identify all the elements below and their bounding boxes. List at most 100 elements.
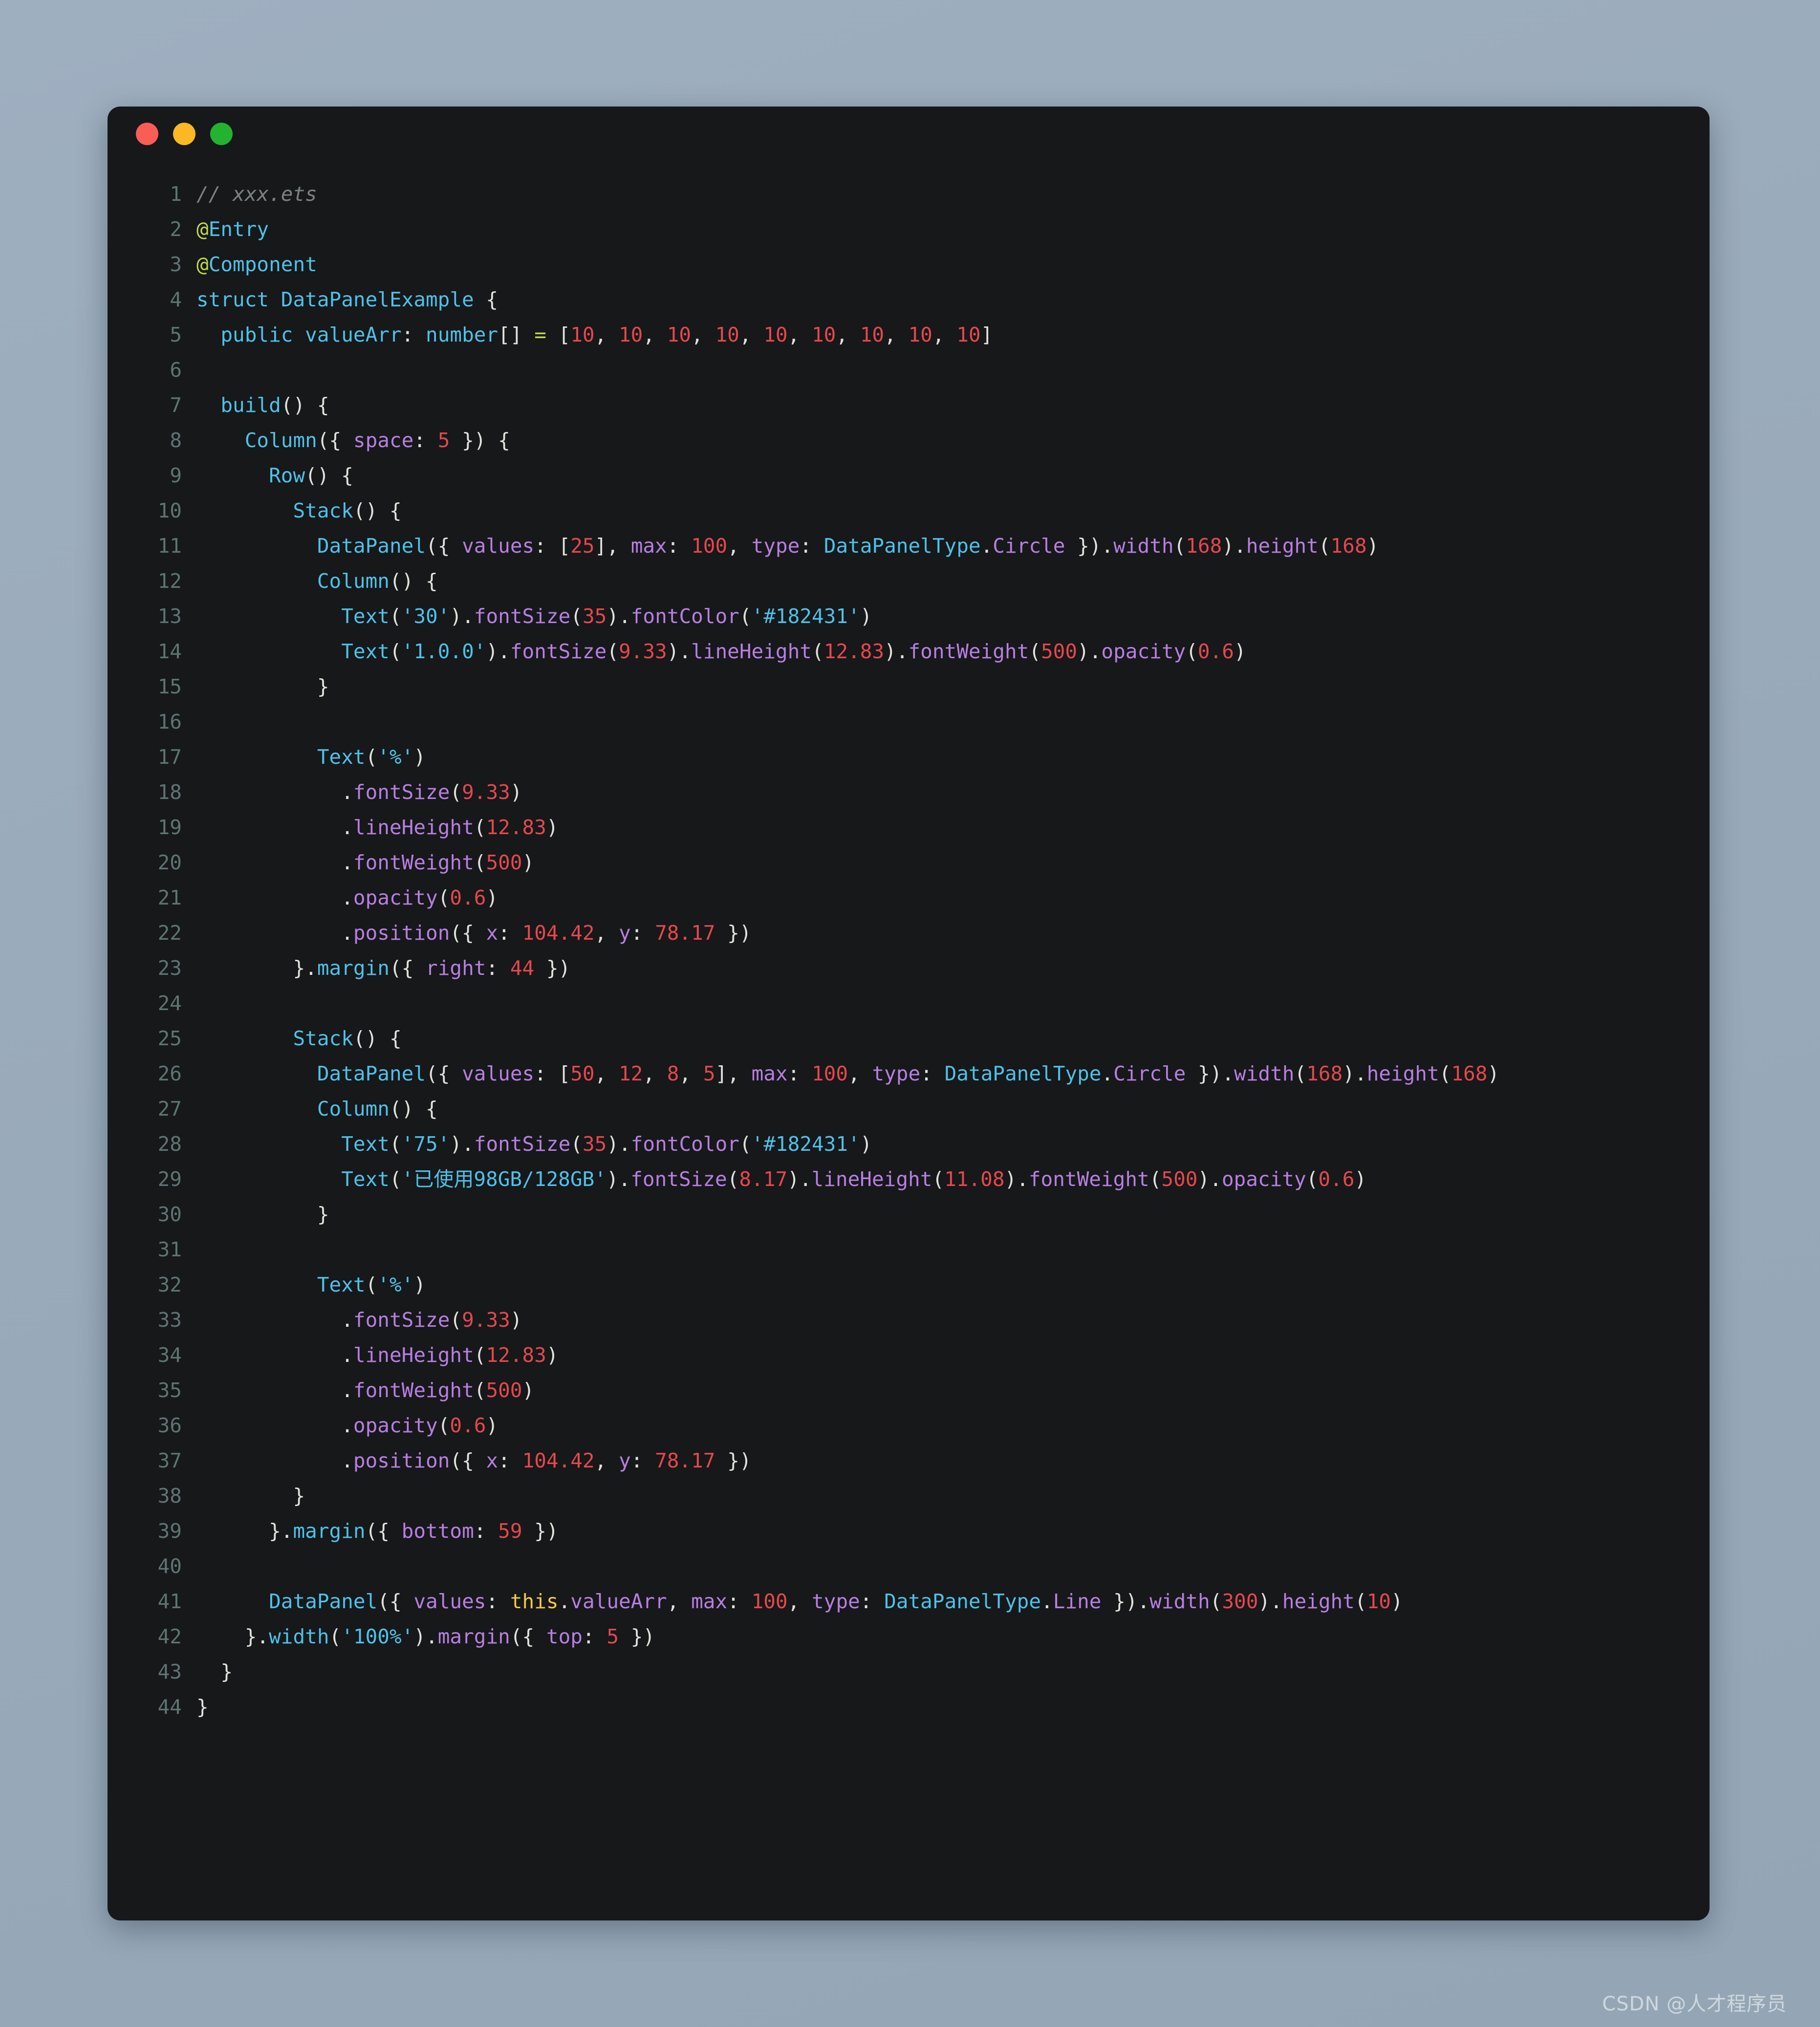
line-number: 9 (108, 461, 196, 490)
code-token: fontColor (631, 1132, 739, 1156)
code-token: 12.83 (486, 816, 546, 839)
code-token: () { (353, 1027, 402, 1050)
line-source: Row() { (196, 461, 1710, 490)
code-token: ) (413, 1273, 426, 1296)
code-token: 25 (570, 534, 594, 558)
code-token: right (426, 956, 486, 980)
code-token: fontWeight (908, 640, 1029, 663)
code-token: : (631, 1449, 655, 1472)
code-token: Line (1053, 1590, 1102, 1613)
code-token: Circle (993, 534, 1065, 558)
code-token: }). (1065, 534, 1113, 558)
maximize-window-icon[interactable] (210, 123, 233, 145)
code-token: 10 (619, 323, 643, 346)
code-line: 1// xxx.ets (108, 180, 1710, 215)
code-token: fontSize (353, 1308, 450, 1332)
code-token (196, 745, 317, 769)
code-line: 12 Column() { (108, 567, 1710, 602)
line-source: Text('75').fontSize(35).fontColor('#1824… (196, 1130, 1710, 1159)
line-source: } (196, 1482, 1710, 1510)
code-token: : (486, 1590, 510, 1613)
code-token: 100 (752, 1590, 788, 1613)
code-token: 5 (607, 1625, 619, 1648)
code-line: 38 } (108, 1482, 1710, 1517)
line-source: Stack() { (196, 496, 1710, 525)
code-token: }) (522, 1519, 559, 1543)
code-token: ). (1258, 1590, 1282, 1613)
line-source: .fontSize(9.33) (196, 1306, 1710, 1335)
line-number: 28 (108, 1130, 196, 1159)
minimize-window-icon[interactable] (173, 123, 195, 145)
code-token: 78.17 (655, 921, 715, 945)
code-token: ). (607, 1167, 630, 1191)
code-token: ( (329, 1625, 342, 1648)
code-token: 44 (510, 956, 534, 980)
code-window: 1// xxx.ets2@Entry3@Component4struct Dat… (108, 107, 1710, 1920)
code-line: 23 }.margin({ right: 44 }) (108, 954, 1710, 989)
code-token: ( (474, 1379, 486, 1402)
code-token: height (1367, 1062, 1439, 1085)
code-token: ( (607, 640, 619, 663)
code-token: . (196, 1343, 353, 1367)
code-token: ( (739, 604, 752, 628)
code-token: 59 (498, 1519, 522, 1543)
line-source: DataPanel({ values: [25], max: 100, type… (196, 532, 1710, 561)
line-number: 35 (108, 1376, 196, 1405)
code-token: lineHeight (353, 1343, 474, 1367)
code-token: '100%' (341, 1625, 413, 1648)
code-token: : (583, 1625, 607, 1648)
line-source: } (196, 672, 1710, 701)
code-token (196, 534, 317, 558)
code-token: opacity (1222, 1167, 1306, 1191)
code-token: . (196, 851, 353, 874)
code-token: ( (812, 640, 824, 663)
code-token: , (788, 1590, 812, 1613)
code-token: . (559, 1590, 571, 1613)
code-token: fontColor (631, 604, 739, 628)
line-source: }.margin({ bottom: 59 }) (196, 1517, 1710, 1546)
code-token: Row (269, 464, 305, 487)
code-token: 10 (860, 323, 884, 346)
line-number: 21 (108, 884, 196, 912)
code-token: '已使用98GB/128GB' (402, 1167, 607, 1191)
code-token: fontWeight (1029, 1167, 1149, 1191)
code-token: , (643, 323, 667, 346)
code-token (196, 499, 293, 522)
code-token: ({ (426, 1062, 462, 1085)
code-token: values (462, 1062, 534, 1085)
code-token: Stack (293, 499, 353, 522)
code-token: ], (715, 1062, 752, 1085)
code-token (196, 604, 341, 628)
code-token: x (486, 921, 498, 945)
code-line: 9 Row() { (108, 461, 1710, 496)
code-token: bottom (402, 1519, 474, 1543)
code-token: ) (413, 745, 426, 769)
line-number: 37 (108, 1446, 196, 1475)
code-token: ) (486, 1414, 498, 1437)
code-token: 9.33 (462, 1308, 510, 1332)
code-editor[interactable]: 1// xxx.ets2@Entry3@Component4struct Dat… (108, 161, 1710, 1757)
code-token: @ (196, 217, 209, 241)
code-token: , (595, 1449, 619, 1472)
code-token: ( (727, 1167, 739, 1191)
code-token: ). (667, 640, 691, 663)
code-token: '1.0.0' (402, 640, 486, 663)
code-token: : (402, 323, 426, 346)
code-token: 500 (486, 1379, 522, 1402)
close-window-icon[interactable] (136, 123, 158, 145)
code-token: ). (884, 640, 908, 663)
code-token (196, 1062, 317, 1085)
code-token: { (474, 288, 498, 311)
code-token: max (691, 1590, 727, 1613)
code-token: ) (1234, 640, 1246, 663)
code-token: number (426, 323, 498, 346)
line-source: .fontWeight(500) (196, 1376, 1710, 1405)
code-token: opacity (353, 1414, 438, 1437)
code-token: fontWeight (353, 851, 474, 874)
code-line: 33 .fontSize(9.33) (108, 1306, 1710, 1341)
code-token: } (196, 1660, 233, 1683)
code-token: , (679, 1062, 703, 1085)
code-token: () { (305, 464, 353, 487)
line-number: 34 (108, 1341, 196, 1370)
code-token: : (667, 534, 691, 558)
